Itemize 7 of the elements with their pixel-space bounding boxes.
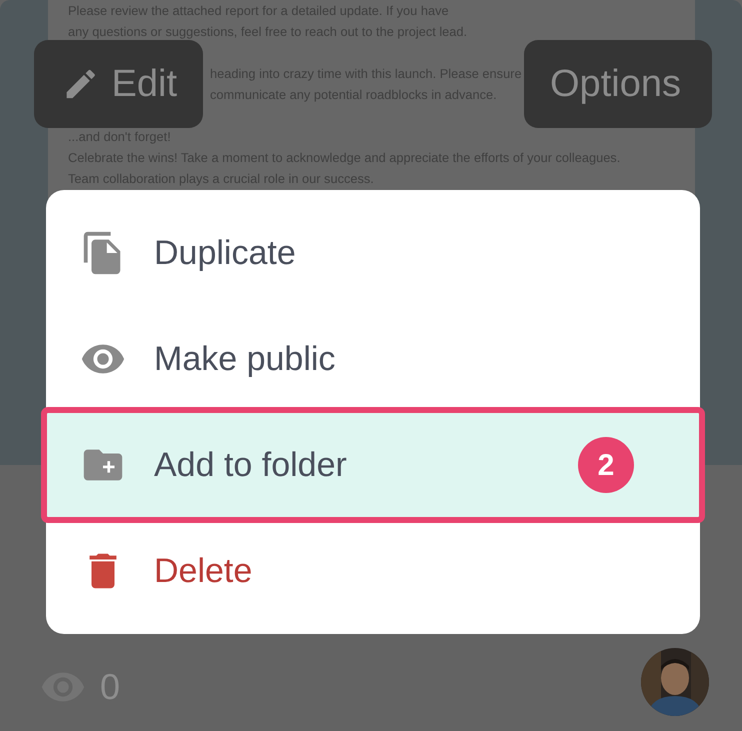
menu-item[interactable]: Duplicate [46, 200, 700, 306]
edit-button[interactable]: Edit [34, 40, 203, 128]
options-button[interactable]: Options [524, 40, 712, 128]
menu-item[interactable]: Make public [46, 306, 700, 412]
menu-item[interactable]: Delete [46, 518, 700, 624]
menu-item[interactable]: Add to folder 2 [46, 412, 700, 518]
step-badge: 2 [578, 437, 634, 493]
